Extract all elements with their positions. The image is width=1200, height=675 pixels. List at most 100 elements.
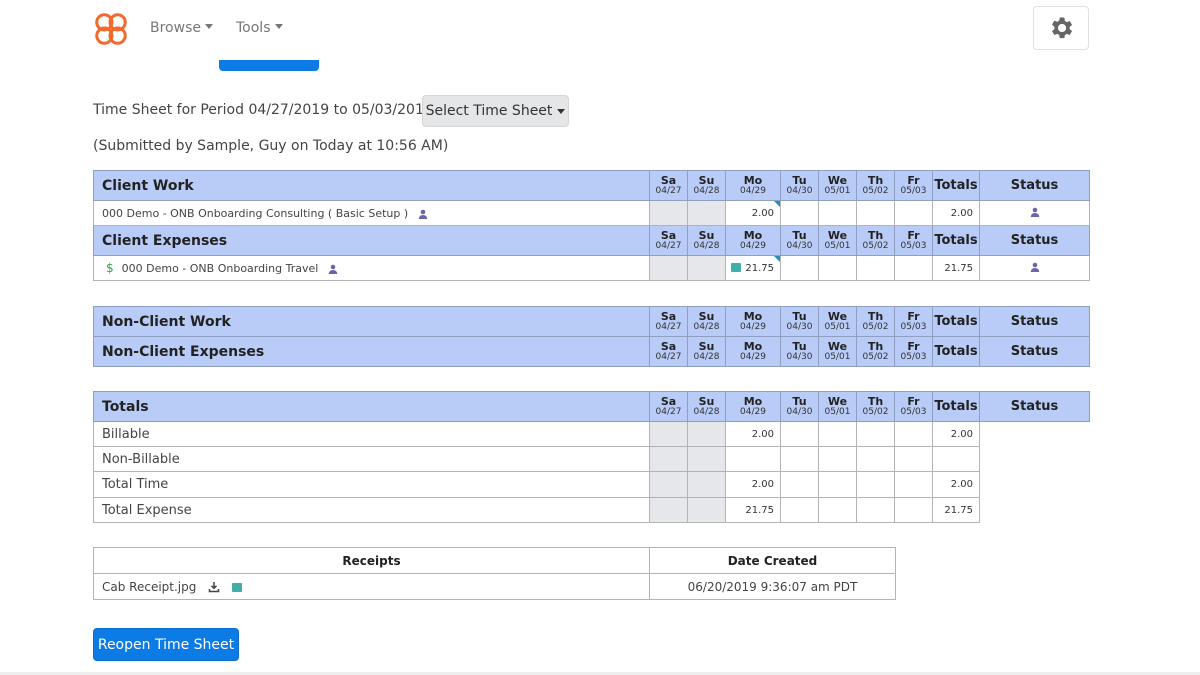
cell-su[interactable] bbox=[687, 200, 726, 226]
empty-cell bbox=[980, 472, 1090, 498]
client-expenses-title: Client Expenses bbox=[93, 225, 650, 256]
day-header: Su 04/28 bbox=[687, 306, 726, 337]
user-icon bbox=[1030, 207, 1039, 217]
day-name: Sa bbox=[660, 228, 677, 242]
caret-down-icon bbox=[274, 23, 283, 29]
day-header: Su 04/28 bbox=[687, 225, 726, 256]
cell-sa bbox=[649, 421, 688, 447]
nonclient-table: Non-Client Work Sa 04/27 Su 04/28 Mo 04/29 … bbox=[93, 306, 1090, 367]
row-total bbox=[932, 446, 980, 472]
day-name: Th bbox=[867, 394, 884, 408]
day-name: Sa bbox=[660, 173, 677, 187]
cell-mo[interactable]: 21.75 bbox=[725, 255, 781, 281]
day-name: Fr bbox=[907, 309, 920, 323]
totals-header: Totals bbox=[932, 170, 980, 201]
day-header: We 05/01 bbox=[818, 336, 857, 367]
table-row: Billable 2.00 2.00 bbox=[93, 421, 1090, 447]
day-name: Mo bbox=[743, 228, 763, 242]
table-row[interactable]: $000 Demo - ONB Onboarding Travel 21.75 … bbox=[93, 255, 1090, 281]
select-time-sheet-button[interactable]: Select Time Sheet bbox=[422, 95, 569, 127]
status-header: Status bbox=[979, 391, 1090, 422]
cell-th bbox=[856, 446, 895, 472]
cell-th[interactable] bbox=[856, 255, 895, 281]
day-date: 04/29 bbox=[740, 185, 766, 196]
day-name: Tu bbox=[792, 309, 807, 323]
row-label-text: 000 Demo - ONB Onboarding Travel bbox=[121, 262, 319, 275]
client-expense-row-label[interactable]: $000 Demo - ONB Onboarding Travel bbox=[93, 255, 650, 281]
receipt-file-cell: Cab Receipt.jpg bbox=[93, 573, 650, 600]
row-total: 2.00 bbox=[932, 471, 980, 498]
cell-tu[interactable] bbox=[780, 200, 819, 226]
day-date: 04/30 bbox=[786, 406, 813, 417]
cell-sa[interactable] bbox=[649, 200, 688, 226]
cell-fr bbox=[894, 421, 933, 447]
download-icon[interactable] bbox=[208, 581, 220, 593]
cell-mo[interactable]: 2.00 bbox=[725, 200, 781, 226]
logo[interactable] bbox=[92, 10, 130, 48]
row-total: 2.00 bbox=[932, 421, 980, 447]
cell-th[interactable] bbox=[856, 200, 895, 226]
receipt-date: 06/20/2019 9:36:07 am PDT bbox=[649, 573, 896, 600]
day-header: We 05/01 bbox=[818, 225, 857, 256]
client-work-title: Client Work bbox=[93, 170, 650, 201]
day-header: Mo 04/29 bbox=[725, 170, 781, 201]
day-name: Sa bbox=[660, 309, 677, 323]
status-header: Status bbox=[979, 170, 1090, 201]
day-date: 04/27 bbox=[655, 240, 682, 251]
day-date: 05/02 bbox=[862, 185, 889, 196]
image-icon[interactable] bbox=[232, 582, 243, 592]
client-work-header: Client Work Sa 04/27 Su 04/28 Mo 04/29 Tu 04… bbox=[93, 170, 1090, 201]
date-created-header: Date Created bbox=[649, 547, 896, 574]
day-date: 05/01 bbox=[824, 406, 851, 417]
partial-button[interactable] bbox=[219, 60, 319, 71]
browse-menu[interactable]: Browse bbox=[150, 20, 213, 36]
day-date: 04/27 bbox=[655, 185, 682, 196]
note-marker-icon bbox=[774, 201, 780, 207]
day-date: 04/29 bbox=[740, 351, 766, 362]
user-icon bbox=[418, 209, 427, 219]
user-icon bbox=[1030, 262, 1039, 272]
cell-su bbox=[687, 421, 726, 447]
cell-tu[interactable] bbox=[780, 255, 819, 281]
client-work-row-label[interactable]: 000 Demo - ONB Onboarding Consulting ( B… bbox=[93, 200, 650, 226]
reopen-time-sheet-button[interactable]: Reopen Time Sheet bbox=[93, 628, 239, 661]
cell-mo: 2.00 bbox=[725, 471, 781, 498]
day-name: Mo bbox=[743, 394, 763, 408]
status-cell bbox=[979, 255, 1090, 281]
tools-menu[interactable]: Tools bbox=[236, 20, 283, 36]
day-header: Sa 04/27 bbox=[649, 336, 688, 367]
day-name: Su bbox=[698, 173, 715, 187]
cell-we[interactable] bbox=[818, 255, 857, 281]
settings-button[interactable] bbox=[1033, 6, 1089, 50]
table-row: Total Expense 21.75 21.75 bbox=[93, 497, 1090, 523]
day-name: Th bbox=[867, 173, 884, 187]
cell-fr bbox=[894, 497, 933, 523]
cell-su[interactable] bbox=[687, 255, 726, 281]
cell-fr[interactable] bbox=[894, 200, 933, 226]
cell-fr[interactable] bbox=[894, 255, 933, 281]
day-date: 04/28 bbox=[693, 406, 720, 417]
image-icon[interactable] bbox=[731, 263, 742, 272]
cell-mo: 21.75 bbox=[725, 497, 781, 523]
cell-we[interactable] bbox=[818, 200, 857, 226]
day-header: Tu 04/30 bbox=[780, 170, 819, 201]
day-name: Fr bbox=[907, 173, 920, 187]
day-name: Mo bbox=[743, 173, 763, 187]
receipt-file-name: Cab Receipt.jpg bbox=[102, 579, 197, 594]
day-name: Tu bbox=[792, 228, 807, 242]
cell-th bbox=[856, 497, 895, 523]
status-header: Status bbox=[979, 306, 1090, 337]
day-date: 05/01 bbox=[824, 351, 851, 362]
day-date: 05/02 bbox=[862, 321, 889, 332]
cell-sa bbox=[649, 497, 688, 523]
cell-sa[interactable] bbox=[649, 255, 688, 281]
day-name: Su bbox=[698, 228, 715, 242]
day-date: 04/30 bbox=[786, 321, 813, 332]
empty-cell bbox=[980, 498, 1090, 523]
row-total: 2.00 bbox=[932, 200, 980, 226]
cell-value: 21.75 bbox=[745, 262, 774, 274]
table-row[interactable]: 000 Demo - ONB Onboarding Consulting ( B… bbox=[93, 200, 1090, 226]
day-name: Mo bbox=[743, 339, 763, 353]
day-header: Mo 04/29 bbox=[725, 306, 781, 337]
day-header: We 05/01 bbox=[818, 170, 857, 201]
